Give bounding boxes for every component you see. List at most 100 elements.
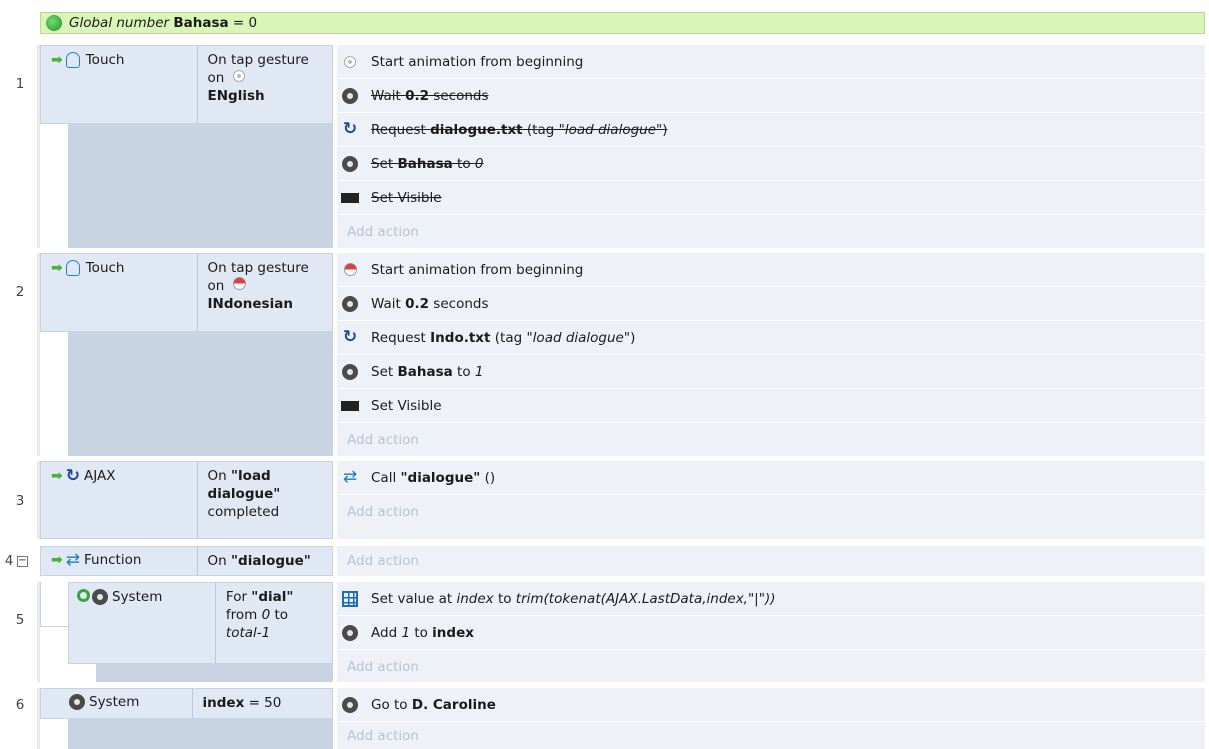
system-gear-icon [341,624,359,642]
action-list: Start animation from beginning Wait 0.2 … [337,45,1205,248]
action-row[interactable]: Start animation from beginning [337,253,1205,287]
system-gear-icon [341,155,359,173]
add-action-link[interactable]: Add action [337,215,1205,248]
add-action-link[interactable]: Add action [337,495,1205,528]
event-condition[interactable]: ➡ Touch On tap gesture on INdonesian [40,253,333,332]
collapse-toggle-icon[interactable]: − [17,556,28,567]
indonesia-flag-icon [341,261,359,279]
action-list: ⇄ Call "dialogue" () Add action [337,461,1205,539]
global-variable-row[interactable]: Global number Bahasa = 0 [40,12,1205,34]
action-row[interactable]: Start animation from beginning [337,45,1205,79]
condition-shade [68,124,333,248]
loop-icon [77,589,90,602]
english-sprite-icon [341,53,359,71]
action-text: Start animation from beginning [371,53,584,70]
trigger-arrow-icon: ➡ [51,552,63,568]
condition-text: On tap gesture on ENglish [207,52,309,104]
condition-text: On tap gesture on INdonesian [207,260,309,312]
condition-text: index = 50 [202,695,282,711]
condition-text: On "load dialogue" completed [207,468,281,520]
action-list: Go to D. Caroline Add action [337,688,1205,749]
action-text: Set Bahasa to 0 [371,155,484,172]
array-grid-icon [341,590,359,608]
object-name: System [112,589,163,605]
action-list: Start animation from beginning Wait 0.2 … [337,253,1205,456]
action-row[interactable]: ↻ Request Indo.txt (tag "load dialogue") [337,321,1205,355]
system-gear-icon [341,87,359,105]
action-text: Set value at index to trim(tokenat(AJAX.… [371,590,776,607]
global-var-value: = 0 [232,15,258,31]
condition-shade [68,332,333,456]
english-sprite-icon [232,70,245,82]
object-name: Function [83,552,142,568]
action-row[interactable]: Set Bahasa to 1 [337,355,1205,389]
action-list: Add action [337,546,1205,576]
action-row[interactable]: Add 1 to index [337,616,1205,650]
object-name: System [89,694,140,710]
ajax-icon: ↻ [342,119,358,139]
action-text: Wait 0.2 seconds [371,87,489,104]
function-icon: ⇄ [342,467,358,487]
system-gear-icon [341,696,359,714]
action-text: Set Bahasa to 1 [371,363,484,380]
object-name: AJAX [83,468,116,484]
globe-icon [46,15,62,31]
event-number: 4 [4,553,14,569]
action-text: Set Visible [371,189,442,206]
action-text: Set Visible [371,397,442,414]
condition-object: System [41,689,193,718]
action-row[interactable]: Go to D. Caroline [337,688,1205,722]
system-gear-icon [341,295,359,313]
condition-object: ➡ Touch [41,254,198,331]
action-row[interactable]: Set Visible [337,181,1205,215]
add-action-link[interactable]: Add action [337,423,1205,456]
system-gear-icon [92,589,108,605]
object-name: Touch [85,260,125,276]
action-text: Request Indo.txt (tag "load dialogue") [371,329,636,346]
event-condition[interactable]: ➡ Touch On tap gesture on ENglish [40,45,333,124]
condition-text: On "dialogue" [207,553,311,569]
event-condition[interactable]: ➡ ↻ AJAX On "load dialogue" completed [40,461,333,539]
condition-object: ➡ Touch [41,46,198,123]
action-text: Go to D. Caroline [371,696,496,713]
action-text: Wait 0.2 seconds [371,295,489,312]
indonesia-flag-icon [232,277,246,290]
action-list: Set value at index to trim(tokenat(AJAX.… [337,582,1205,682]
event-condition[interactable]: System For "dial" from 0 to total-1 [68,582,333,664]
condition-target: INdonesian [207,296,293,312]
touch-icon [65,52,80,68]
global-var-name: Bahasa [173,15,229,31]
action-row[interactable]: Set Visible [337,389,1205,423]
condition-shade [96,664,333,682]
condition-text: For "dial" from 0 to total-1 [225,589,294,641]
action-row[interactable]: ↻ Request dialogue.txt (tag "load dialog… [337,113,1205,147]
action-row[interactable]: Set Bahasa to 0 [337,147,1205,181]
action-text: Call "dialogue" () [371,469,496,486]
add-action-link[interactable]: Add action [337,546,1205,576]
trigger-arrow-icon: ➡ [51,260,63,276]
event-number: 1 [15,76,25,92]
action-row[interactable]: ⇄ Call "dialogue" () [337,461,1205,495]
event-number: 6 [15,697,25,713]
action-row[interactable]: Wait 0.2 seconds [337,287,1205,321]
event-condition[interactable]: System index = 50 [40,688,333,719]
black-rectangle-icon [341,397,359,415]
action-row[interactable]: Wait 0.2 seconds [337,79,1205,113]
event-condition[interactable]: ➡ ⇄ Function On "dialogue" [40,546,333,576]
event-number: 5 [15,612,25,628]
condition-object: System [69,583,216,663]
action-row[interactable]: Set value at index to trim(tokenat(AJAX.… [337,582,1205,616]
condition-target: ENglish [207,88,265,104]
condition-object: ➡ ⇄ Function [41,547,198,575]
condition-shade [68,719,333,749]
action-text: Add 1 to index [371,624,474,641]
system-gear-icon [69,694,85,710]
event-number: 3 [15,493,25,509]
trigger-arrow-icon: ➡ [51,52,63,68]
add-action-link[interactable]: Add action [337,722,1205,749]
add-action-link[interactable]: Add action [337,650,1205,683]
global-var-label: Global number [69,15,170,31]
touch-icon [65,260,80,276]
condition-object: ➡ ↻ AJAX [41,462,198,538]
object-name: Touch [85,52,125,68]
